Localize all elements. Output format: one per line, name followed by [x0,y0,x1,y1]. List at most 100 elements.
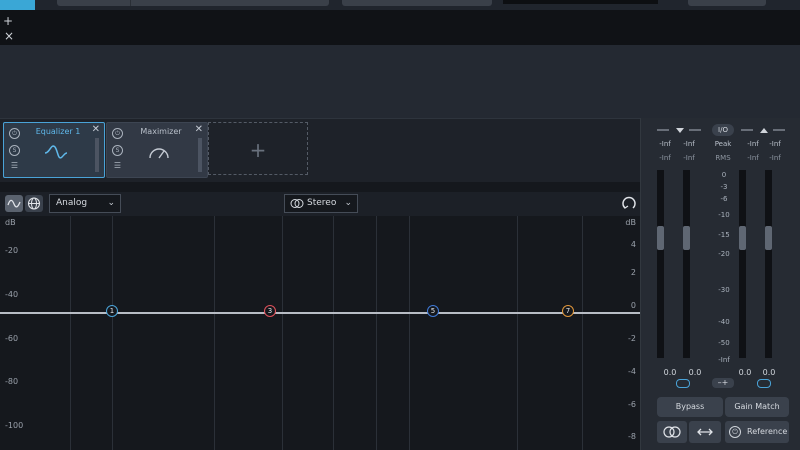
left-axis-label: -40 [5,290,19,299]
input-meter-right [683,170,690,358]
right-axis-label: -6 [628,400,636,409]
grid-line [376,216,377,450]
eq-mode-select[interactable]: Analog ⌄ [49,194,121,213]
device-slot-maximizer[interactable]: ⏻ S ☰ Maximizer ✕ [106,122,208,178]
close-module-icon[interactable]: × [4,30,14,42]
toolbar-group-left[interactable] [57,0,329,6]
rms-label: RMS [715,154,731,162]
output-rms-right: -Inf [769,154,781,162]
right-axis-label: 4 [630,240,636,249]
input-fader-right[interactable] [683,226,690,250]
eq-band-node-3[interactable]: 3 [264,305,276,317]
input-gain-left[interactable]: 0.0 [660,368,680,377]
output-peak-right: -Inf [769,140,781,148]
stereo-mode-button[interactable] [657,421,687,443]
eq-response-curve [0,312,640,314]
meter-scale-label: -10 [718,211,730,219]
channel-select[interactable]: Stereo ⌄ [284,194,358,213]
eq-graph[interactable]: dB -20 -40 -60 -80 -100 dB 4 2 0 -2 -4 -… [0,216,640,450]
separator [0,182,640,192]
eq-curve-icon [44,145,68,159]
grid-line [582,216,583,450]
input-link-icon[interactable] [676,379,690,388]
left-axis-label: -100 [5,421,24,430]
device-slot-equalizer[interactable]: ⏻ S ☰ Equalizer 1 ✕ [3,122,105,178]
output-meter-right [765,170,772,358]
input-peak-right: -Inf [683,140,695,148]
eq-mode-value: Analog [56,198,88,208]
output-gain-right[interactable]: 0.0 [759,368,779,377]
toolbar-group-right[interactable] [688,0,766,6]
output-meter-header [741,128,785,133]
gain-match-button[interactable]: Gain Match [725,397,789,417]
meter-scale-label: -50 [718,339,730,347]
input-meter-left [657,170,664,358]
add-icon: + [249,138,267,162]
globe-icon [27,197,41,210]
meter-scale-label: -20 [718,250,730,258]
stereo-icon [290,199,304,208]
gauge-icon [149,148,169,159]
module-info-area [0,45,640,118]
list-icon[interactable]: ☰ [112,161,123,172]
eq-band-node-5[interactable]: 5 [427,305,439,317]
power-icon[interactable]: ⏻ [112,128,123,139]
output-gain-left[interactable]: 0.0 [735,368,755,377]
input-rms-right: -Inf [683,154,695,162]
reference-button[interactable]: ⏻ Reference [725,421,789,443]
chevron-down-icon: ⌄ [107,198,115,208]
meter-scale-label: 0 [721,171,727,179]
grid-line [112,216,113,450]
reference-power-icon: ⏻ [729,426,741,438]
right-axis-label: 0 [630,301,636,310]
right-axis-label: 2 [630,268,636,277]
output-rms-left: -Inf [747,154,759,162]
curve-view-button[interactable] [5,195,23,212]
bypass-button[interactable]: Bypass [657,397,723,417]
global-view-button[interactable] [25,195,43,212]
time-display [503,0,658,4]
device-name: Equalizer 1 [35,127,81,136]
left-axis-label: -60 [5,334,19,343]
close-icon[interactable]: ✕ [92,124,100,135]
right-axis-label: -2 [628,334,636,343]
toolbar-segment[interactable] [57,0,131,6]
grid-line [517,216,518,450]
grid-line [282,216,283,450]
grid-line [70,216,71,450]
power-icon[interactable]: ⏻ [9,128,20,139]
io-toggle-button[interactable]: I/O [712,124,734,136]
io-meter-panel: I/O -Inf -Inf Peak -Inf -Inf -Inf -Inf R… [640,118,800,450]
solo-icon[interactable]: S [9,145,20,156]
module-info-area-right [640,45,800,118]
input-fader-left[interactable] [657,226,664,250]
input-peak-left: -Inf [659,140,671,148]
right-axis-unit: dB [625,218,636,227]
eq-band-node-7[interactable]: 7 [562,305,574,317]
add-module-icon[interactable]: + [3,15,13,27]
output-link-icon[interactable] [757,379,771,388]
meter-scale-label: -6 [720,195,728,203]
meter-scale-label: -40 [718,318,730,326]
gain-adjust-button[interactable]: –+ [712,378,734,388]
input-gain-right[interactable]: 0.0 [685,368,705,377]
curve-icon [7,199,21,208]
toolbar-group-center[interactable] [342,0,492,6]
device-rack: ⏻ S ☰ Equalizer 1 ✕ ⏻ S ☰ Maximizer ✕ [0,118,640,182]
peak-label: Peak [714,140,732,148]
grid-line [214,216,215,450]
swap-arrows-icon [697,428,713,436]
close-icon[interactable]: ✕ [195,124,203,135]
app-logo[interactable] [0,0,35,10]
add-device-slot[interactable]: + [208,122,308,175]
solo-icon[interactable]: S [112,145,123,156]
list-icon[interactable]: ☰ [9,161,20,172]
right-axis-label: -4 [628,367,636,376]
output-fader-right[interactable] [765,226,772,250]
device-level-meter [198,138,202,172]
reset-icon[interactable] [619,194,639,214]
swap-channels-button[interactable] [689,421,721,443]
eq-toolbar: Analog ⌄ Stereo ⌄ [0,192,640,216]
eq-band-node-1[interactable]: 1 [106,305,118,317]
meter-scale-label: -3 [720,183,728,191]
